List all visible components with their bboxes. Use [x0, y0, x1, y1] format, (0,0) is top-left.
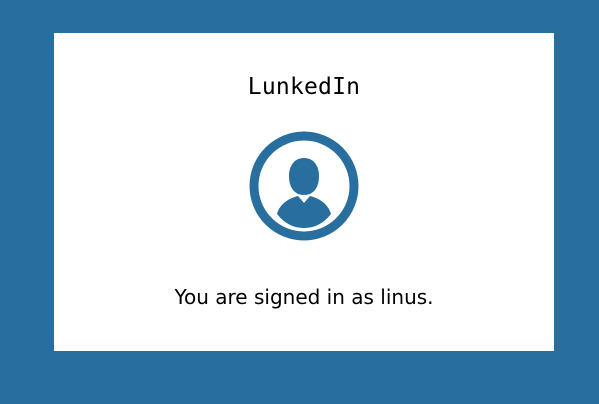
signed-in-message: You are signed in as linus.: [174, 285, 434, 309]
signin-card: LunkedIn You are signed in as linus.: [54, 33, 554, 351]
page-background: { "app": { "brand_name": "LunkedIn" }, "…: [0, 0, 599, 404]
brand-title: LunkedIn: [247, 74, 361, 100]
user-avatar: [249, 131, 359, 241]
user-silhouette-icon: [249, 131, 359, 241]
